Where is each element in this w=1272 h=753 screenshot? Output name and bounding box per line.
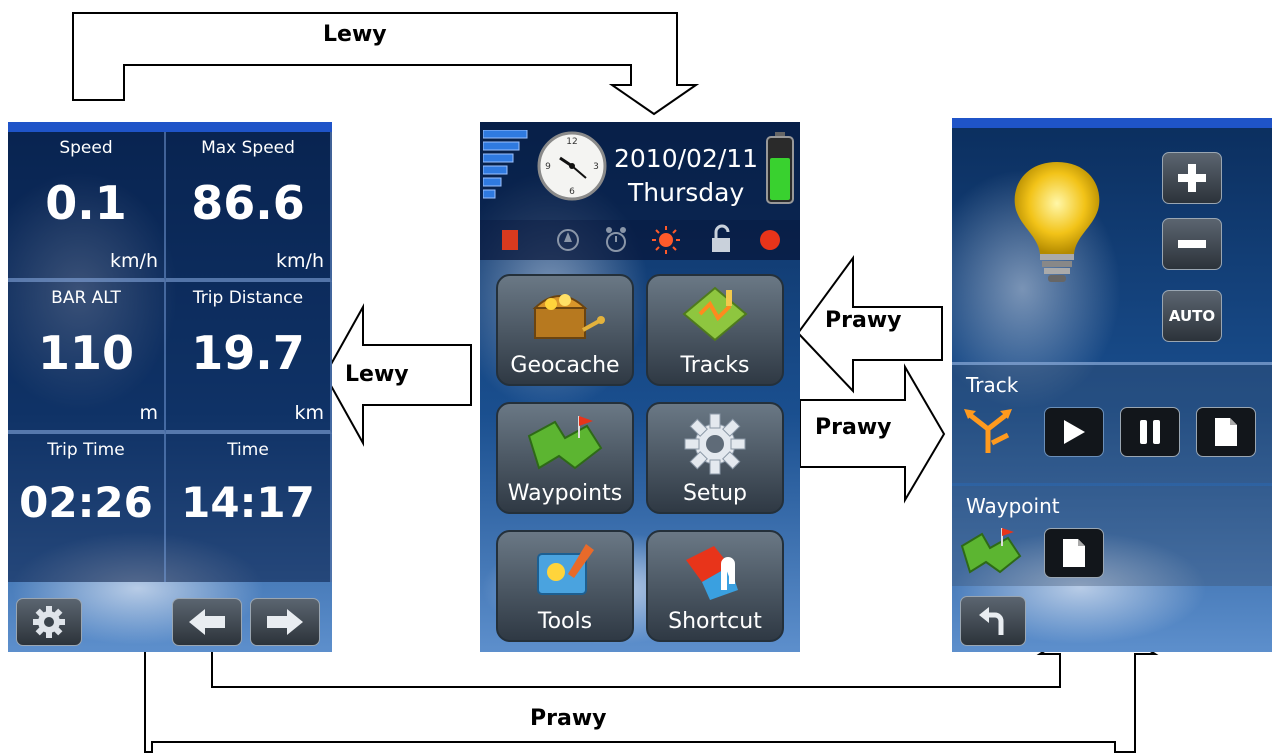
max-speed-cell[interactable]: Max Speed 86.6 km/h [166, 132, 332, 282]
gear-icon [684, 413, 746, 475]
waypoint-panel: Waypoint [952, 486, 1272, 586]
speed-value: 0.1 [45, 176, 127, 230]
tools-label: Tools [537, 609, 593, 634]
file-icon [1215, 418, 1237, 446]
time-label: Time [227, 440, 269, 460]
signal-bars-icon [483, 130, 528, 199]
track-route-icon [964, 409, 1012, 453]
waypoints-map-icon [527, 416, 603, 470]
trip-distance-value: 19.7 [191, 326, 305, 380]
pause-icon [1140, 420, 1160, 444]
shortcut-label: Shortcut [668, 609, 762, 634]
track-new-file-button[interactable] [1196, 407, 1256, 457]
tools-icon [537, 544, 594, 595]
weekday-text: Thursday [628, 178, 745, 207]
speed-cell[interactable]: Speed 0.1 km/h [8, 132, 166, 282]
waypoint-map-icon [960, 528, 1022, 574]
trip-time-cell[interactable]: Trip Time 02:26 [8, 434, 166, 582]
trip-time-label: Trip Time [47, 440, 125, 460]
tracks-icon [682, 286, 748, 342]
status-header: 12 3 6 9 2010/02/11 Thursday [480, 122, 800, 220]
speed-unit: km/h [110, 250, 158, 272]
geocache-label: Geocache [510, 353, 620, 378]
bar-alt-value: 110 [37, 326, 135, 380]
light-bulb-icon [1014, 162, 1100, 282]
compass-icon [557, 229, 579, 251]
time-value: 14:17 [181, 478, 315, 527]
brightness-icon [652, 226, 680, 254]
svg-text:6: 6 [569, 187, 575, 197]
back-arrow-icon [979, 607, 1004, 635]
tracks-label: Tracks [680, 353, 750, 378]
dashboard-screen: Speed 0.1 km/h Max Speed 86.6 km/h BAR A… [8, 122, 332, 652]
status-icons [502, 224, 780, 254]
shortcut-icon [686, 546, 738, 600]
bar-alt-cell[interactable]: BAR ALT 110 m [8, 282, 166, 434]
track-play-button[interactable] [1044, 407, 1104, 457]
sd-card-icon [502, 230, 518, 250]
prev-page-button[interactable] [172, 598, 242, 646]
setup-tile[interactable]: Setup [646, 402, 784, 514]
play-icon [1064, 420, 1085, 444]
brightness-minus-button[interactable] [1162, 218, 1222, 270]
control-screen: AUTO Track Waypoint [952, 118, 1272, 652]
speed-label: Speed [59, 138, 113, 158]
shortcut-tile[interactable]: Shortcut [646, 530, 784, 642]
clock-icon: 12 3 6 9 [537, 131, 607, 201]
waypoints-label: Waypoints [507, 481, 623, 506]
status-icon-row [480, 220, 800, 260]
tools-tile[interactable]: Tools [496, 530, 634, 642]
battery-icon [766, 132, 794, 204]
waypoint-title: Waypoint [966, 494, 1060, 518]
waypoint-new-file-button[interactable] [1044, 528, 1104, 578]
max-speed-value: 86.6 [191, 176, 305, 230]
main-menu-screen: 12 3 6 9 2010/02/11 Thursday Geocache Tr… [480, 122, 800, 652]
arrow-label-bottom: Prawy [530, 706, 607, 731]
geocache-tile[interactable]: Geocache [496, 274, 634, 386]
track-panel: Track [952, 362, 1272, 483]
tracks-tile[interactable]: Tracks [646, 274, 784, 386]
accent-bar [8, 122, 332, 132]
arrow-right-icon [267, 609, 303, 635]
svg-text:12: 12 [566, 137, 577, 147]
trip-time-value: 02:26 [19, 478, 153, 527]
settings-button[interactable] [16, 598, 82, 646]
track-title: Track [966, 373, 1019, 397]
max-speed-unit: km/h [276, 250, 324, 272]
max-speed-label: Max Speed [201, 138, 295, 158]
plus-icon [1178, 164, 1206, 192]
arrow-label-top: Lewy [323, 22, 387, 47]
svg-text:3: 3 [593, 162, 599, 172]
alarm-icon [606, 227, 626, 252]
trip-distance-cell[interactable]: Trip Distance 19.7 km [166, 282, 332, 434]
waypoints-tile[interactable]: Waypoints [496, 402, 634, 514]
gear-icon [33, 606, 65, 638]
track-pause-button[interactable] [1120, 407, 1180, 457]
record-dot-icon [760, 230, 780, 250]
brightness-plus-button[interactable] [1162, 152, 1222, 204]
arrow-label-right-upper: Prawy [825, 308, 902, 333]
arrow-left-icon [189, 609, 225, 635]
back-button[interactable] [960, 596, 1026, 646]
next-page-button[interactable] [250, 598, 320, 646]
trip-distance-label: Trip Distance [192, 288, 304, 308]
treasure-chest-icon [532, 294, 605, 339]
time-cell[interactable]: Time 14:17 [166, 434, 332, 582]
bar-alt-unit: m [139, 402, 158, 424]
svg-text:9: 9 [545, 162, 551, 172]
brightness-auto-button[interactable]: AUTO [1162, 290, 1222, 342]
file-icon [1063, 539, 1085, 567]
date-text: 2010/02/11 [614, 144, 759, 173]
arrow-label-right-lower: Prawy [815, 415, 892, 440]
setup-label: Setup [682, 481, 748, 506]
accent-bar [952, 118, 1272, 128]
bar-alt-label: BAR ALT [51, 288, 121, 308]
arrow-label-left: Lewy [345, 362, 409, 387]
unlock-icon [712, 224, 730, 252]
trip-distance-unit: km [294, 402, 324, 424]
minus-icon [1178, 240, 1206, 248]
